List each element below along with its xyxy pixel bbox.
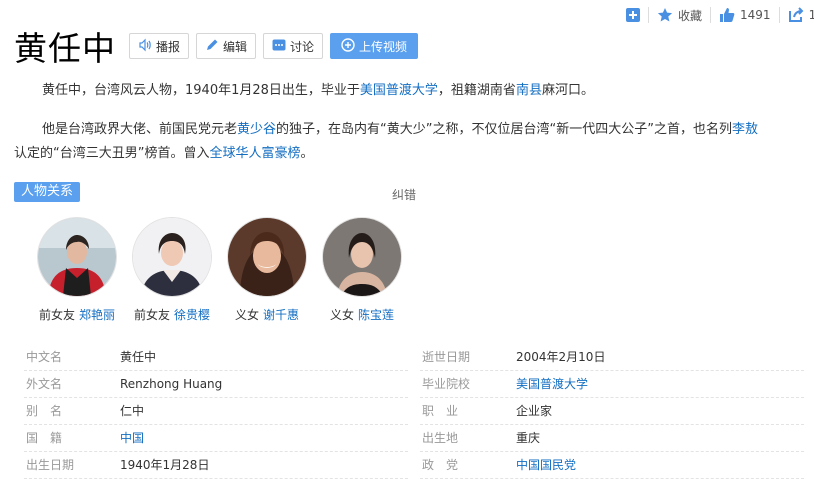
collect-button[interactable]: 收藏 bbox=[657, 6, 702, 24]
correct-link[interactable]: 纠错 bbox=[392, 186, 416, 203]
share-icon bbox=[788, 7, 804, 23]
person-relation: 义女 bbox=[234, 308, 259, 322]
person-relation: 义女 bbox=[329, 308, 354, 322]
toolbar-divider bbox=[778, 7, 780, 23]
discuss-label: 讨论 bbox=[290, 39, 315, 54]
info-key: 出生日期 bbox=[26, 458, 75, 472]
edit-button[interactable]: 编辑 bbox=[196, 33, 257, 59]
link-li-ao[interactable]: 李敖 bbox=[732, 122, 758, 137]
info-value-link[interactable]: 中国国民党 bbox=[516, 452, 576, 478]
info-key: 外文名 bbox=[26, 377, 63, 391]
intro-text: 。 bbox=[300, 146, 314, 161]
intro-text: 的独子，在岛内有“黄大少”之称，不仅位居台湾“新一代四大公子”之首，也名列 bbox=[276, 122, 732, 137]
like-button[interactable]: 1491 bbox=[719, 6, 771, 24]
link-purdue[interactable]: 美国普渡大学 bbox=[360, 83, 438, 98]
info-value: 重庆 bbox=[516, 431, 541, 445]
info-key: 出生地 bbox=[422, 431, 459, 445]
upload-video-button[interactable]: 上传视频 bbox=[330, 33, 419, 59]
link-nanxian[interactable]: 南县 bbox=[516, 83, 542, 98]
info-column-left: 中文名 黄任中 外文名 Renzhong Huang 别 名 仁中 国 籍 中国 出生日… bbox=[24, 344, 408, 479]
share-count: 1 bbox=[808, 8, 814, 22]
listen-button[interactable]: 播报 bbox=[129, 33, 190, 59]
info-row: 毕业院校 美国普渡大学 bbox=[420, 371, 804, 398]
person-caption: 义女 陈宝莲 bbox=[317, 306, 407, 323]
info-row: 职 业 企业家 bbox=[420, 398, 804, 425]
person-card[interactable]: 前女友 徐贵樱 bbox=[127, 218, 217, 323]
info-key: 职 业 bbox=[422, 404, 459, 418]
share-button[interactable]: 1 bbox=[788, 6, 814, 24]
like-count: 1491 bbox=[740, 8, 771, 22]
avatar[interactable] bbox=[133, 218, 211, 296]
info-key: 毕业院校 bbox=[422, 377, 471, 391]
info-row: 外文名 Renzhong Huang bbox=[24, 371, 408, 398]
listen-label: 播报 bbox=[156, 39, 181, 54]
info-row: 国 籍 中国 bbox=[24, 425, 408, 452]
link-rich-list[interactable]: 全球华人富豪榜 bbox=[209, 146, 300, 161]
collect-label: 收藏 bbox=[678, 8, 703, 23]
person-caption: 义女 谢千惠 bbox=[222, 306, 312, 323]
info-value: 黄任中 bbox=[120, 350, 157, 364]
avatar[interactable] bbox=[38, 218, 116, 296]
person-name-link[interactable]: 徐贵樱 bbox=[174, 308, 210, 322]
star-icon bbox=[657, 7, 673, 23]
info-row: 逝世日期 2004年2月10日 bbox=[420, 344, 804, 371]
intro-text: ，祖籍湖南省 bbox=[437, 83, 516, 98]
info-row: 政 党 中国国民党 bbox=[420, 452, 804, 479]
intro-text: 他是台湾政界大佬、前国民党元老 bbox=[42, 122, 238, 137]
discuss-button[interactable]: 讨论 bbox=[263, 33, 324, 59]
info-key: 政 党 bbox=[422, 458, 459, 472]
info-row: 别 名 仁中 bbox=[24, 398, 408, 425]
info-key: 别 名 bbox=[26, 404, 63, 418]
pencil-icon bbox=[205, 38, 223, 55]
person-card[interactable]: 义女 谢千惠 bbox=[222, 218, 312, 323]
info-value: 企业家 bbox=[516, 404, 553, 418]
intro-paragraph-2: 他是台湾政界大佬、前国民党元老黄少谷的独子，在岛内有“黄大少”之称，不仅位居台湾… bbox=[14, 118, 814, 166]
person-card[interactable]: 前女友 郑艳丽 bbox=[32, 218, 122, 323]
person-name-link[interactable]: 郑艳丽 bbox=[79, 308, 115, 322]
plus-circle-icon bbox=[341, 37, 359, 55]
person-card[interactable]: 义女 陈宝莲 bbox=[317, 218, 407, 323]
person-relation: 前女友 bbox=[38, 308, 75, 322]
info-value: 仁中 bbox=[120, 404, 145, 418]
info-key: 逝世日期 bbox=[422, 350, 471, 364]
thumbs-up-icon bbox=[719, 7, 735, 23]
info-row: 出生日期 1940年1月28日 bbox=[24, 452, 408, 479]
speaker-icon bbox=[138, 38, 156, 55]
info-row: 出生地 重庆 bbox=[420, 425, 804, 452]
link-huang-shaogu[interactable]: 黄少谷 bbox=[237, 122, 276, 137]
avatar[interactable] bbox=[228, 218, 306, 296]
intro-line-2: 认定的“台湾三大丑男”榜首。曾入全球华人富豪榜。 bbox=[14, 142, 814, 166]
info-row: 中文名 黄任中 bbox=[24, 344, 408, 371]
info-value: 1940年1月28日 bbox=[120, 458, 210, 472]
toolbar-divider bbox=[648, 7, 649, 23]
person-caption: 前女友 徐贵樱 bbox=[127, 306, 217, 323]
top-toolbar: 收藏 1491 1 bbox=[626, 6, 814, 24]
chat-icon bbox=[272, 38, 290, 55]
intro-paragraph-1: 黄任中，台湾风云人物，1940年1月28日出生，毕业于美国普渡大学，祖籍湖南省南… bbox=[14, 79, 814, 103]
person-relation: 前女友 bbox=[133, 308, 170, 322]
action-bar: 播报 编辑 讨论 上传视频 bbox=[129, 33, 425, 59]
person-caption: 前女友 郑艳丽 bbox=[32, 306, 122, 323]
toolbar-divider bbox=[710, 7, 712, 23]
info-value: Renzhong Huang bbox=[120, 377, 223, 391]
person-name-link[interactable]: 陈宝莲 bbox=[358, 308, 394, 322]
info-column-right: 逝世日期 2004年2月10日 毕业院校 美国普渡大学 职 业 企业家 出生地 重庆 政… bbox=[420, 344, 804, 479]
relations-tag: 人物关系 bbox=[14, 182, 81, 202]
upload-label: 上传视频 bbox=[359, 39, 408, 54]
add-icon[interactable] bbox=[626, 6, 640, 24]
info-key: 中文名 bbox=[26, 350, 63, 364]
avatar[interactable] bbox=[323, 218, 401, 296]
info-key: 国 籍 bbox=[26, 431, 63, 445]
intro-text: 麻河口。 bbox=[541, 83, 594, 98]
intro-text: 黄任中，台湾风云人物，1940年1月28日出生，毕业于 bbox=[42, 83, 360, 98]
page-title: 黄任中 bbox=[14, 29, 116, 68]
info-value-link[interactable]: 中国 bbox=[120, 425, 144, 451]
intro-text: 认定的“台湾三大丑男”榜首。曾入 bbox=[14, 146, 210, 161]
info-value-link[interactable]: 美国普渡大学 bbox=[516, 371, 588, 397]
info-value: 2004年2月10日 bbox=[516, 350, 606, 364]
person-name-link[interactable]: 谢千惠 bbox=[263, 308, 299, 322]
edit-label: 编辑 bbox=[223, 39, 248, 54]
